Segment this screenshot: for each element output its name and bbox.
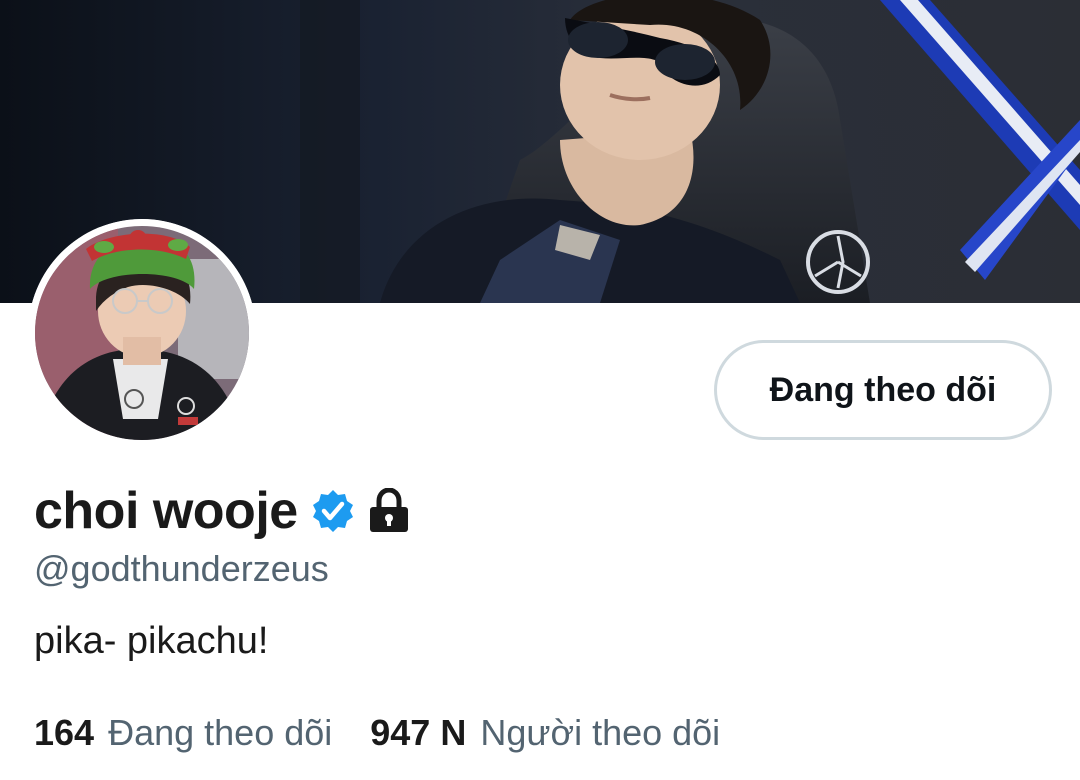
- avatar-image: [28, 219, 256, 447]
- followers-count: 947 N: [370, 712, 467, 753]
- profile-handle: @godthunderzeus: [34, 548, 329, 589]
- followers-stat-link[interactable]: 947 N Người theo dõi: [370, 712, 720, 754]
- profile-bio: pika- pikachu!: [34, 620, 269, 662]
- following-stat-link[interactable]: 164 Đang theo dõi: [34, 712, 332, 754]
- display-name: choi wooje: [34, 482, 298, 540]
- following-label: Đang theo dõi: [108, 712, 333, 753]
- profile-avatar[interactable]: [28, 219, 256, 447]
- following-count: 164: [34, 712, 95, 753]
- verified-badge-icon[interactable]: [310, 488, 356, 534]
- profile-stats: 164 Đang theo dõi 947 N Người theo dõi: [34, 712, 720, 754]
- lock-icon: [368, 487, 410, 534]
- followers-label: Người theo dõi: [480, 712, 721, 753]
- name-row: choi wooje: [34, 476, 410, 546]
- profile-page: Đang theo dõi choi wooje @godthunderzeus…: [0, 0, 1080, 780]
- following-button[interactable]: Đang theo dõi: [714, 340, 1052, 440]
